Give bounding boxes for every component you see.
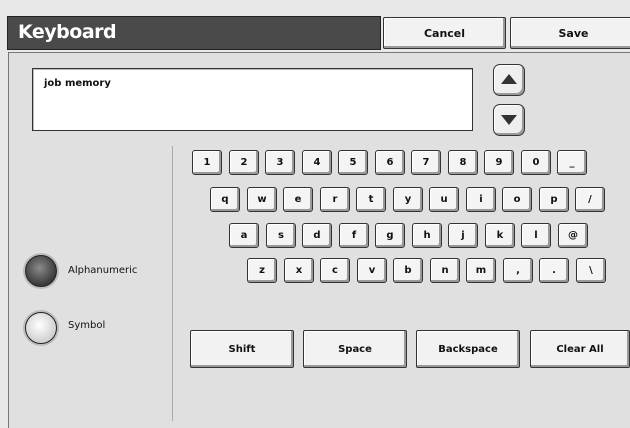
- key[interactable]: i: [466, 187, 496, 212]
- key[interactable]: j: [448, 223, 478, 248]
- key[interactable]: s: [266, 223, 296, 248]
- key[interactable]: x: [284, 258, 314, 283]
- divider: [172, 146, 173, 421]
- key[interactable]: 3: [265, 150, 295, 175]
- key[interactable]: q: [210, 187, 240, 212]
- key[interactable]: 1: [192, 150, 222, 175]
- key[interactable]: m: [466, 258, 496, 283]
- key[interactable]: c: [320, 258, 350, 283]
- key[interactable]: 0: [521, 150, 551, 175]
- key[interactable]: z: [247, 258, 277, 283]
- alphanumeric-label: Alphanumeric: [68, 265, 138, 276]
- key[interactable]: h: [412, 223, 442, 248]
- key[interactable]: g: [375, 223, 405, 248]
- key[interactable]: o: [502, 187, 532, 212]
- triangle-up-icon: [501, 74, 517, 84]
- page-title: Keyboard: [18, 21, 117, 43]
- clear-all-button[interactable]: Clear All: [530, 330, 630, 368]
- key[interactable]: 9: [484, 150, 514, 175]
- key[interactable]: \: [576, 258, 606, 283]
- alphanumeric-radio[interactable]: [25, 255, 57, 287]
- key[interactable]: u: [429, 187, 459, 212]
- key[interactable]: w: [247, 187, 277, 212]
- key[interactable]: @: [558, 223, 588, 248]
- text-entry-field[interactable]: job memory: [32, 68, 473, 131]
- symbol-radio[interactable]: [25, 312, 57, 344]
- key[interactable]: /: [575, 187, 605, 212]
- cancel-button[interactable]: Cancel: [383, 17, 506, 49]
- key[interactable]: d: [302, 223, 332, 248]
- scroll-up-button[interactable]: [493, 64, 525, 96]
- key[interactable]: y: [393, 187, 423, 212]
- title-bar: Keyboard: [7, 16, 381, 50]
- key[interactable]: e: [283, 187, 313, 212]
- backspace-button[interactable]: Backspace: [416, 330, 520, 368]
- key[interactable]: b: [393, 258, 423, 283]
- key[interactable]: 5: [338, 150, 368, 175]
- key[interactable]: n: [430, 258, 460, 283]
- key[interactable]: ,: [503, 258, 533, 283]
- save-button[interactable]: Save: [510, 17, 630, 49]
- space-button[interactable]: Space: [303, 330, 407, 368]
- key[interactable]: a: [229, 223, 259, 248]
- text-entry-value: job memory: [44, 78, 111, 89]
- shift-button[interactable]: Shift: [190, 330, 294, 368]
- key[interactable]: r: [320, 187, 350, 212]
- key[interactable]: 2: [229, 150, 259, 175]
- key[interactable]: 7: [411, 150, 441, 175]
- key[interactable]: f: [339, 223, 369, 248]
- key[interactable]: l: [521, 223, 551, 248]
- scroll-down-button[interactable]: [493, 104, 525, 136]
- key[interactable]: .: [539, 258, 569, 283]
- symbol-label: Symbol: [68, 320, 106, 331]
- key[interactable]: t: [356, 187, 386, 212]
- key[interactable]: 6: [375, 150, 405, 175]
- triangle-down-icon: [501, 115, 517, 125]
- key[interactable]: k: [485, 223, 515, 248]
- key[interactable]: 8: [448, 150, 478, 175]
- key[interactable]: _: [557, 150, 587, 175]
- key[interactable]: v: [357, 258, 387, 283]
- key[interactable]: p: [539, 187, 569, 212]
- key[interactable]: 4: [302, 150, 332, 175]
